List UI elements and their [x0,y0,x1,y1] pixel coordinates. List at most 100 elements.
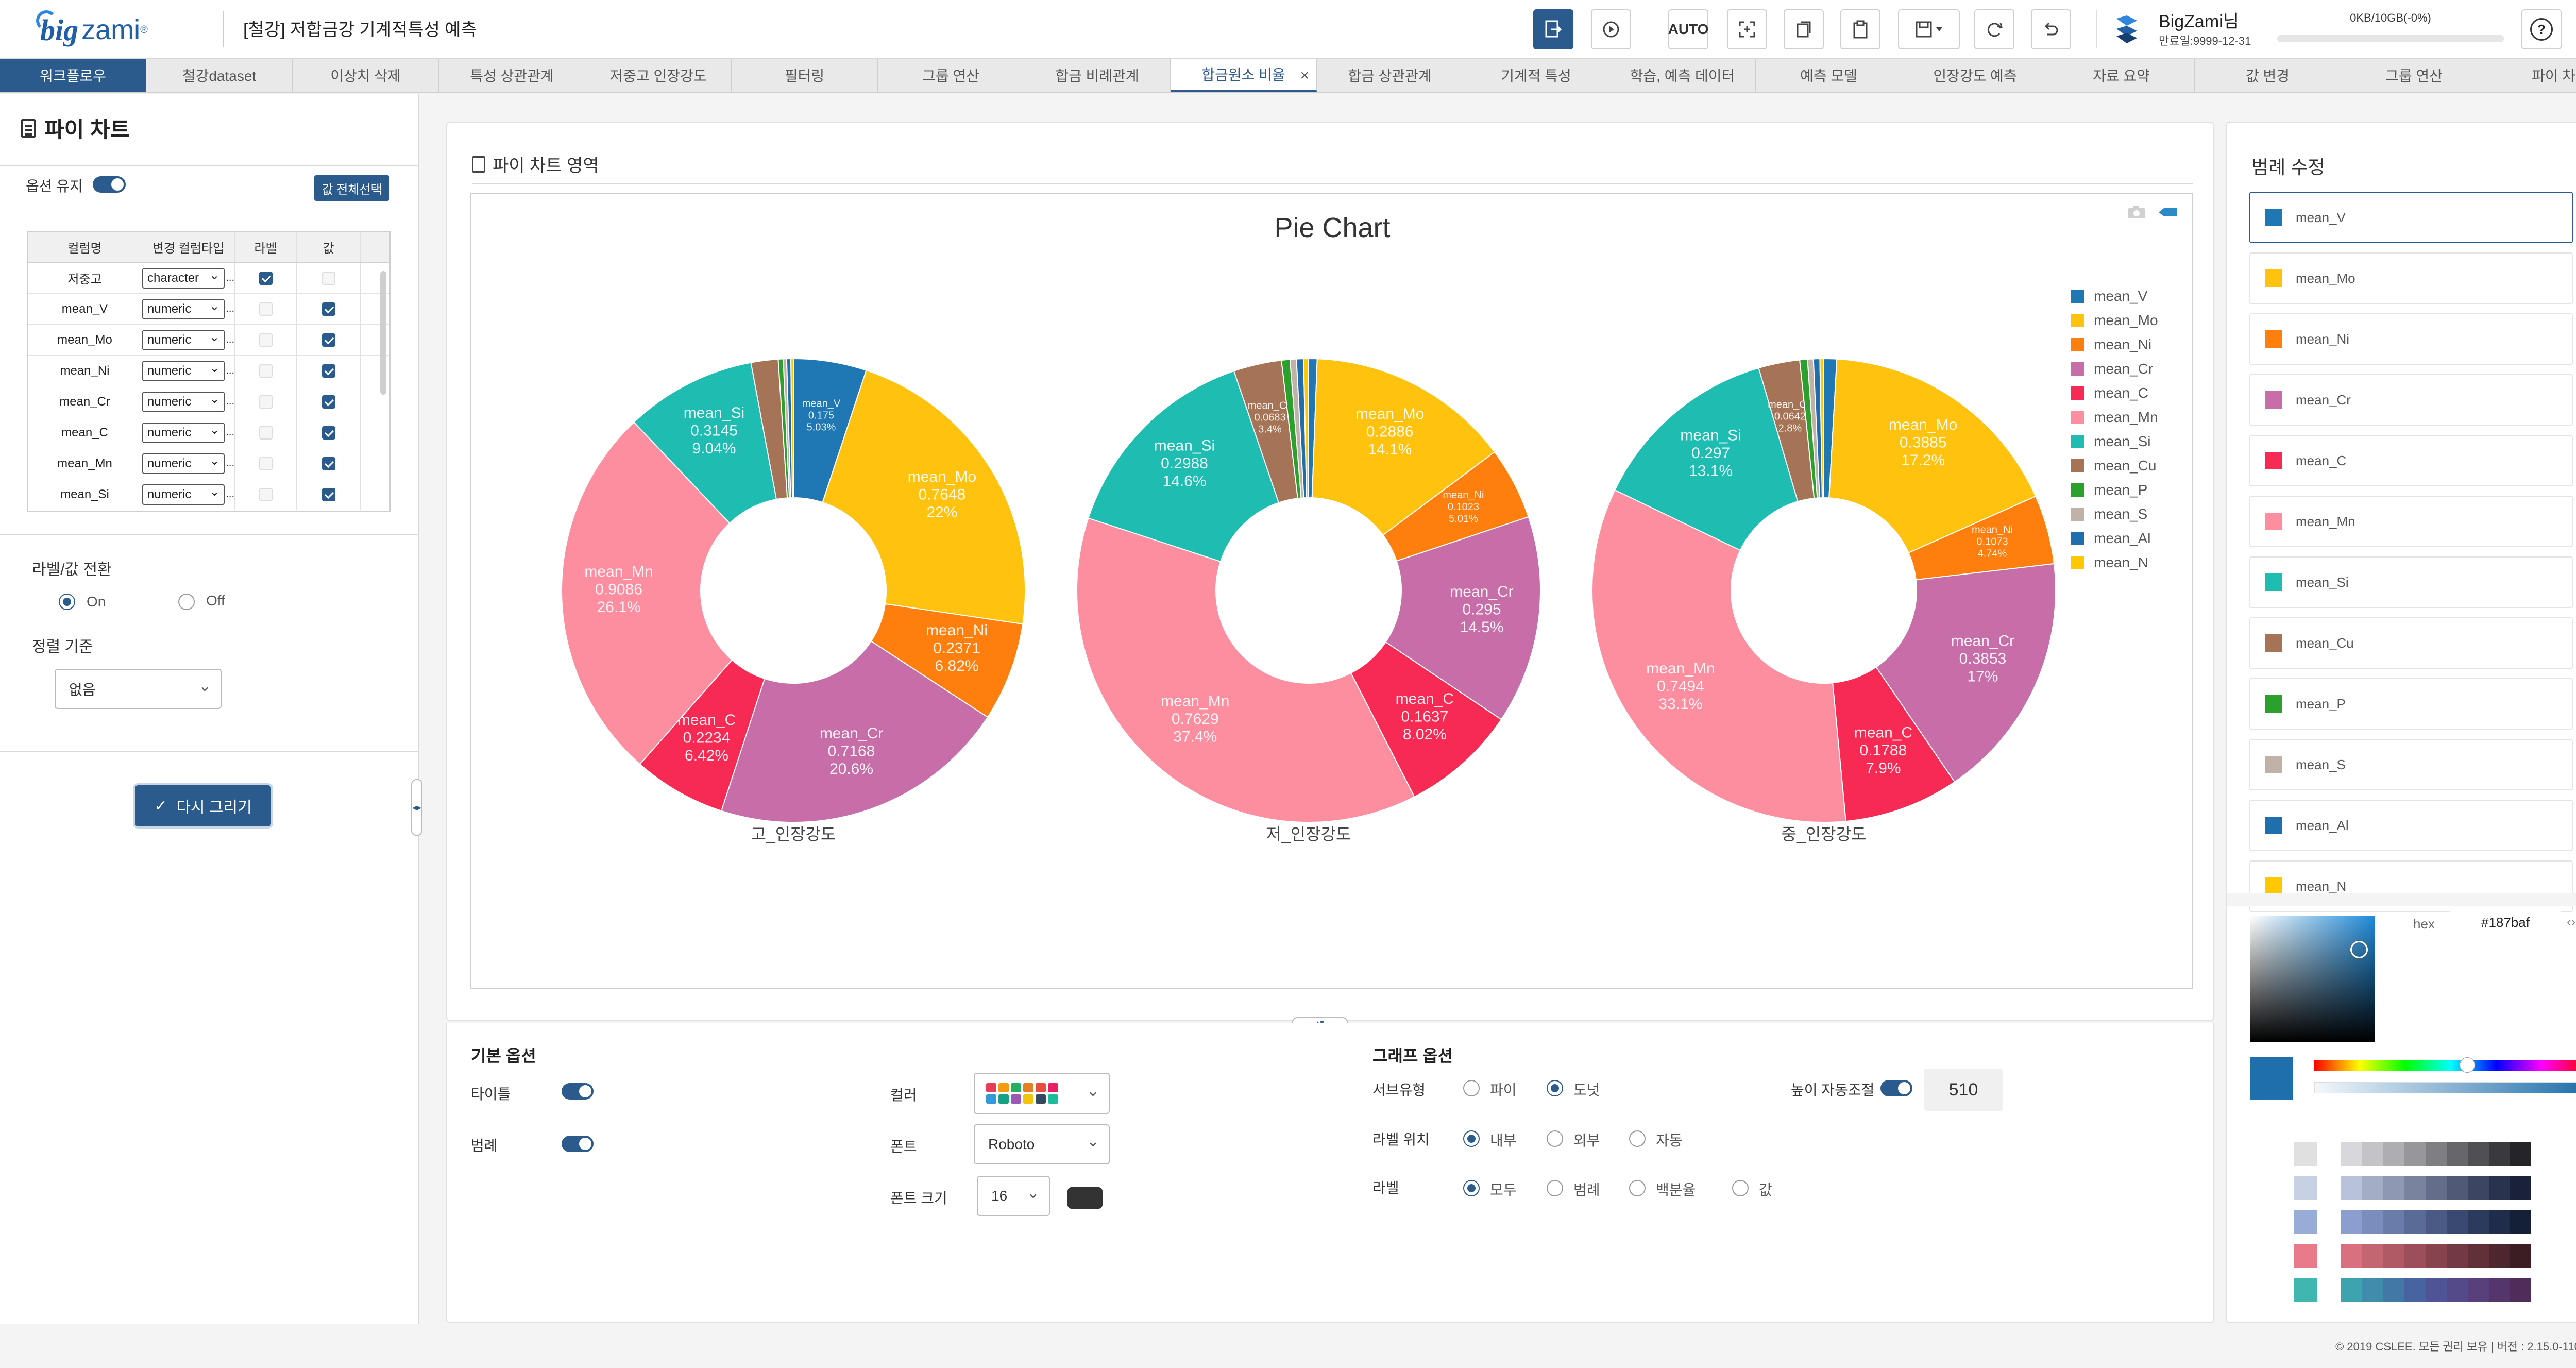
legend-entry-mean-al[interactable]: mean_Al [2249,800,2573,851]
value-checkbox[interactable] [321,487,335,501]
legend-label[interactable]: mean_C [2094,385,2148,401]
legend-marker[interactable] [2071,362,2084,376]
copy-button[interactable] [1784,9,1824,49]
legend-entry-mean-ni[interactable]: mean_Ni [2249,313,2573,365]
legend-marker[interactable] [2071,532,2084,545]
palette-swatch[interactable] [2383,1210,2404,1234]
legend-entry-mean-v[interactable]: mean_V [2249,192,2573,243]
label-value-radio[interactable] [1732,1180,1749,1196]
palette-swatch[interactable] [2468,1210,2489,1234]
tab-6[interactable]: 그룹 연산 [878,59,1024,92]
palette-swatch[interactable] [2294,1142,2317,1166]
palette-swatch[interactable] [2489,1142,2510,1166]
font-select[interactable]: Roboto [974,1124,1110,1164]
sidebar-collapse-handle[interactable]: ◂▸ [411,779,422,836]
label-checkbox[interactable] [259,271,273,285]
label-all-radio[interactable] [1463,1180,1480,1196]
tab-9[interactable]: 합금 상관관계 [1317,59,1463,92]
palette-swatch[interactable] [2426,1176,2447,1200]
palette-swatch[interactable] [2362,1278,2383,1302]
legend-entry-mean-s[interactable]: mean_S [2249,739,2573,790]
tab-7[interactable]: 합금 비례관계 [1024,59,1171,92]
legend-color-swatch[interactable] [2265,877,2282,895]
title-toggle[interactable] [562,1083,594,1100]
auto-height-toggle[interactable] [1880,1080,1912,1096]
palette-swatch[interactable] [2447,1244,2468,1268]
palette-swatch[interactable] [2341,1142,2362,1166]
select-all-values-button[interactable]: 값 전체선택 [314,175,389,201]
legend-marker[interactable] [2071,508,2084,521]
undo-button[interactable] [2031,9,2071,49]
label-inside-radio[interactable] [1463,1130,1480,1147]
palette-swatch[interactable] [2510,1210,2531,1234]
sort-select[interactable]: 없음 [55,669,222,709]
color-picker-cursor[interactable] [2350,941,2368,958]
subtype-donut-radio[interactable] [1547,1080,1563,1096]
legend-entry-mean-cu[interactable]: mean_Cu [2249,617,2573,669]
legend-marker[interactable] [2071,314,2084,327]
palette-swatch[interactable] [2447,1210,2468,1234]
label-value-on-radio[interactable] [59,594,75,610]
legend-color-swatch[interactable] [2265,756,2282,773]
palette-swatch[interactable] [2383,1176,2404,1200]
legend-label[interactable]: mean_Si [2094,433,2151,449]
palette-swatch[interactable] [2362,1176,2383,1200]
legend-label[interactable]: mean_P [2094,482,2147,498]
palette-swatch[interactable] [2362,1142,2383,1166]
legend-label[interactable]: mean_N [2094,554,2148,570]
tab-close-icon[interactable]: × [1300,67,1309,85]
palette-swatch[interactable] [2383,1278,2404,1302]
value-checkbox[interactable] [321,395,335,409]
legend-marker[interactable] [2071,435,2084,448]
label-checkbox[interactable] [259,395,273,409]
hue-slider[interactable] [2314,1060,2576,1071]
value-checkbox[interactable] [321,302,335,316]
palette-swatch[interactable] [2510,1244,2531,1268]
tab-5[interactable]: 필터링 [732,59,878,92]
font-size-select[interactable]: 16 [977,1176,1050,1216]
palette-swatch[interactable] [2447,1142,2468,1166]
legend-marker[interactable] [2071,459,2084,472]
palette-swatch[interactable] [2294,1278,2317,1302]
legend-entry-mean-mo[interactable]: mean_Mo [2249,252,2573,304]
legend-color-swatch[interactable] [2265,573,2282,591]
column-type-select[interactable]: numeric [142,391,225,412]
value-checkbox[interactable] [321,271,335,285]
legend-label[interactable]: mean_Cu [2094,458,2156,474]
palette-swatch[interactable] [2426,1142,2447,1166]
label-checkbox[interactable] [259,333,273,347]
palette-swatch[interactable] [2489,1244,2510,1268]
tab-14[interactable]: 자료 요약 [2048,59,2195,92]
palette-swatch[interactable] [2510,1278,2531,1302]
label-value-off-radio[interactable] [178,594,195,610]
palette-swatch[interactable] [2404,1142,2426,1166]
bigzami-logo[interactable]: big zami ® [36,9,148,50]
palette-swatch[interactable] [2383,1244,2404,1268]
column-type-select[interactable]: numeric [142,422,225,443]
tab-0[interactable]: 워크플로우 [0,59,146,92]
palette-swatch[interactable] [2341,1278,2362,1302]
palette-swatch[interactable] [2341,1176,2362,1200]
keep-option-toggle[interactable] [93,176,126,193]
legend-color-swatch[interactable] [2265,513,2282,530]
zoom-reset-icon[interactable] [2157,206,2179,218]
label-checkbox[interactable] [259,302,273,316]
legend-color-swatch[interactable] [2265,452,2282,469]
palette-swatch[interactable] [2294,1176,2317,1200]
palette-swatch[interactable] [2404,1210,2426,1234]
chart-height-input[interactable]: 510 [1924,1069,2003,1111]
palette-swatch[interactable] [2489,1176,2510,1200]
legend-marker[interactable] [2071,386,2084,400]
palette-swatch[interactable] [2468,1244,2489,1268]
palette-swatch[interactable] [2294,1210,2317,1234]
legend-marker[interactable] [2071,290,2084,303]
palette-swatch[interactable] [2383,1142,2404,1166]
redraw-button[interactable]: ✓ 다시 그리기 [135,785,271,826]
value-checkbox[interactable] [321,426,335,440]
palette-swatch[interactable] [2404,1278,2426,1302]
fit-screen-button[interactable] [1727,9,1767,49]
label-outside-radio[interactable] [1547,1130,1563,1147]
palette-swatch[interactable] [2447,1176,2468,1200]
legend-color-swatch[interactable] [2265,634,2282,652]
legend-entry-mean-si[interactable]: mean_Si [2249,556,2573,608]
